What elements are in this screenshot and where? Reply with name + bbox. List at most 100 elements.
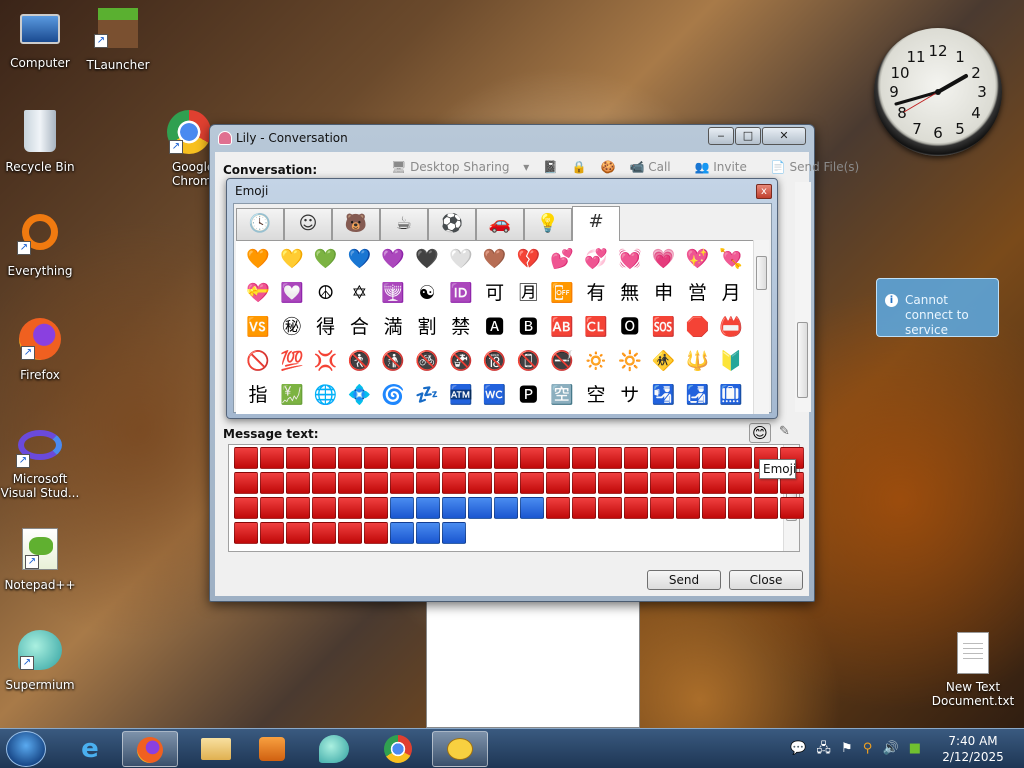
emoji-cell[interactable]: 🅱: [516, 315, 540, 339]
desktop-icon-visual-studio[interactable]: ↗ Microsoft Visual Stud...: [0, 422, 80, 500]
emoji-cell[interactable]: 💜: [381, 247, 405, 271]
emoji-cell[interactable]: 💝: [246, 281, 270, 305]
search-tray-icon[interactable]: ⚲: [863, 733, 873, 765]
emoji-cell[interactable]: 満: [381, 315, 405, 339]
emoji-cell[interactable]: 📛: [719, 315, 743, 339]
emoji-grid-scrollbar-thumb[interactable]: [756, 256, 767, 290]
emoji-cell[interactable]: 🛄: [719, 383, 743, 407]
emoji-cell[interactable]: 📵: [516, 349, 541, 373]
emoji-cell[interactable]: 🈳: [550, 383, 574, 407]
emoji-cell[interactable]: 禁: [449, 315, 473, 339]
close-button[interactable]: Close: [729, 570, 803, 590]
conversation-scrollbar-thumb[interactable]: [797, 322, 808, 398]
taskbar-chrome[interactable]: [370, 731, 426, 767]
volume-icon[interactable]: 🔊: [882, 733, 898, 765]
emoji-cell[interactable]: 🤎: [483, 247, 507, 271]
call-button[interactable]: 📹 Call: [629, 160, 680, 174]
desktop-icon-notepad-plus-plus[interactable]: ↗ Notepad++: [2, 528, 78, 592]
emoji-cell[interactable]: 空: [584, 383, 608, 407]
emoji-cell[interactable]: 🅰: [483, 315, 507, 339]
emoji-cell[interactable]: 🚫: [246, 349, 270, 373]
emoji-cell[interactable]: ☮: [314, 281, 338, 305]
emoji-cell[interactable]: 💚: [314, 247, 338, 271]
maximize-button[interactable]: □: [735, 127, 761, 145]
desktop-icon-firefox[interactable]: ↗ Firefox: [2, 318, 78, 382]
notes-icon[interactable]: 📓: [543, 160, 558, 174]
nvidia-icon[interactable]: ■: [909, 733, 921, 765]
emoji-cell[interactable]: 申: [652, 281, 676, 305]
desktop-icon-supermium[interactable]: ↗ Supermium: [2, 630, 78, 692]
emoji-cell[interactable]: 🚾: [483, 383, 507, 407]
chat-tray-icon[interactable]: 💬: [790, 733, 806, 765]
emoji-cell[interactable]: 💓: [618, 247, 642, 271]
lightbulb-icon[interactable]: 💡: [524, 208, 572, 240]
emoji-cell[interactable]: 🛃: [685, 383, 710, 407]
taskbar-internet-explorer[interactable]: e: [62, 731, 118, 767]
emoji-cell[interactable]: 💕: [550, 247, 574, 271]
emoji-cell[interactable]: 🅾: [618, 315, 642, 339]
emoji-cell[interactable]: ㊙: [280, 315, 304, 339]
emoji-cell[interactable]: 💙: [347, 247, 372, 271]
window-titlebar[interactable]: Lily - Conversation ‒ □ ✕: [210, 125, 814, 151]
clock-gadget[interactable]: 12 1 2 3 4 5 6 7 8 9 10 11: [874, 28, 1002, 156]
emoji-cell[interactable]: 🆔: [449, 281, 473, 305]
action-center-flag-icon[interactable]: ⚑: [841, 733, 853, 765]
emoji-cell[interactable]: 🖤: [415, 247, 439, 271]
emoji-cell[interactable]: サ: [618, 383, 642, 407]
emoji-cell[interactable]: 🛑: [685, 315, 710, 339]
lock-doc-icon[interactable]: 🔒: [572, 160, 587, 174]
emoji-cell[interactable]: 🚯: [381, 349, 405, 373]
emoji-cell[interactable]: 🆎: [550, 315, 574, 339]
emoji-cell[interactable]: 🚳: [415, 349, 439, 373]
taskbar-media-player[interactable]: [244, 731, 300, 767]
emoji-cell[interactable]: ☯: [415, 281, 439, 305]
desktop-icon-text-document[interactable]: New Text Document.txt: [928, 632, 1018, 708]
emoji-cell[interactable]: 🧡: [246, 247, 270, 271]
emoji-cell[interactable]: 🚸: [652, 349, 676, 373]
desktop-icon-tlauncher[interactable]: ↗ TLauncher: [80, 8, 156, 72]
emoji-cell[interactable]: 無: [618, 281, 642, 305]
emoji-cell[interactable]: 💛: [280, 247, 304, 271]
emoji-cell[interactable]: 💯: [280, 349, 304, 373]
minimize-button[interactable]: ‒: [708, 127, 734, 145]
send-button[interactable]: Send: [647, 570, 721, 590]
connection-notification[interactable]: i Cannot connect to service: [876, 278, 999, 337]
emoji-cell[interactable]: 可: [483, 281, 507, 305]
clock-icon[interactable]: 🕓: [236, 208, 284, 240]
desktop-icon-computer[interactable]: Computer: [2, 10, 78, 70]
soccer-ball-icon[interactable]: ⚽: [428, 208, 476, 240]
emoji-cell[interactable]: 🔅: [584, 349, 608, 373]
emoji-cell[interactable]: 🔰: [719, 349, 743, 373]
emoji-cell[interactable]: 💟: [280, 281, 304, 305]
cup-icon[interactable]: ☕: [380, 208, 428, 240]
emoji-cell[interactable]: 🔆: [618, 349, 642, 373]
desktop-icon-everything[interactable]: ↗ Everything: [2, 214, 78, 278]
emoji-cell[interactable]: 合: [347, 315, 371, 339]
emoji-cell[interactable]: 有: [584, 281, 608, 305]
emoji-cell[interactable]: 🌐: [314, 383, 338, 407]
start-button[interactable]: [6, 731, 46, 767]
emoji-cell[interactable]: 割: [415, 315, 439, 339]
message-text-input[interactable]: [228, 444, 804, 552]
emoji-cell[interactable]: 💔: [516, 247, 541, 271]
emoji-button[interactable]: 😊: [749, 423, 771, 443]
emoji-cell[interactable]: 🆘: [652, 315, 676, 339]
emoji-cell[interactable]: 🅿: [516, 383, 540, 407]
emoji-cell[interactable]: 🛂: [652, 383, 676, 407]
emoji-cell[interactable]: 🆚: [246, 315, 270, 339]
bear-icon[interactable]: 🐻: [332, 208, 380, 240]
emoji-cell[interactable]: 📴: [550, 281, 574, 305]
hash-symbol-icon[interactable]: #: [572, 206, 620, 241]
taskbar-firefox[interactable]: [122, 731, 178, 767]
emoji-cell[interactable]: 営: [685, 281, 709, 305]
emoji-cell[interactable]: 🈷: [516, 281, 540, 305]
send-files-button[interactable]: 📄 Send File(s): [771, 160, 870, 174]
conversation-log[interactable]: [795, 182, 811, 412]
emoji-cell[interactable]: 🚱: [449, 349, 473, 373]
emoji-cell[interactable]: 🚭: [550, 349, 574, 373]
taskbar-file-explorer[interactable]: [188, 731, 244, 767]
emoji-cell[interactable]: 指: [246, 383, 270, 407]
emoji-cell[interactable]: 🆑: [584, 315, 608, 339]
format-button[interactable]: ✎: [779, 424, 799, 442]
emoji-cell[interactable]: 🏧: [449, 383, 473, 407]
